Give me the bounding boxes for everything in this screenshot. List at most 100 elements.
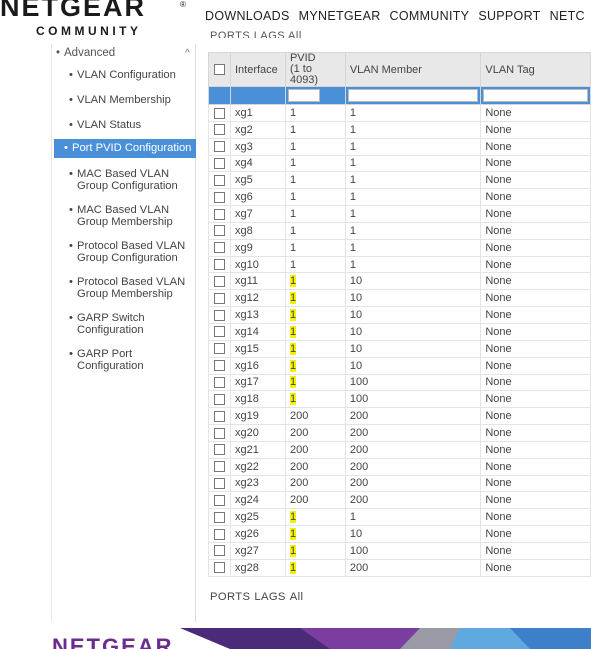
top-filter-links[interactable]: PORTS LAGS All	[210, 30, 302, 38]
select-all-checkbox[interactable]	[213, 64, 225, 76]
netgear-logo[interactable]: NETGEAR	[0, 0, 146, 23]
table-row[interactable]: xg15 1 10 None	[208, 339, 591, 358]
column-vlan-tag[interactable]: VLAN Tag	[480, 52, 591, 87]
table-row[interactable]: xg3 1 1 None	[208, 137, 591, 156]
row-checkbox[interactable]	[213, 511, 225, 523]
select-all-header[interactable]	[208, 52, 231, 87]
bullet-icon: •	[69, 204, 73, 216]
sidebar-item-port-pvid-configuration[interactable]: • Port PVID Configuration	[54, 139, 196, 158]
row-select-cell	[208, 373, 231, 392]
row-checkbox[interactable]	[213, 545, 225, 557]
table-row[interactable]: xg13 1 10 None	[208, 306, 591, 324]
row-checkbox[interactable]	[213, 326, 225, 338]
sidebar-item-vlan-configuration[interactable]: • VLAN Configuration	[55, 69, 196, 81]
row-checkbox[interactable]	[213, 107, 225, 119]
interface-cell: xg6	[229, 188, 286, 207]
row-checkbox[interactable]	[213, 191, 225, 203]
pvid-value: 200	[289, 477, 309, 490]
sidebar-item-mac-vlan-group-configuration[interactable]: • MAC Based VLAN Group Configuration	[55, 168, 196, 192]
vlan-tag-filter-input[interactable]	[483, 89, 588, 102]
sidebar-item-mac-vlan-group-membership[interactable]: • MAC Based VLAN Group Membership	[55, 204, 196, 228]
table-row[interactable]: xg18 1 100 None	[208, 390, 591, 409]
row-checkbox[interactable]	[213, 528, 225, 540]
pvid-cell: 200	[284, 407, 346, 426]
vlan-member-filter-input[interactable]	[347, 89, 479, 102]
chevron-up-icon[interactable]: ^	[185, 48, 190, 59]
sidebar-item-vlan-membership[interactable]: • VLAN Membership	[55, 94, 196, 106]
interface-cell: xg18	[229, 390, 286, 409]
column-interface[interactable]: Interface	[229, 52, 286, 87]
row-checkbox[interactable]	[213, 478, 225, 490]
row-checkbox[interactable]	[213, 141, 225, 153]
row-checkbox[interactable]	[213, 427, 225, 439]
row-checkbox[interactable]	[213, 259, 225, 271]
vlan-member-cell: 1	[344, 120, 482, 139]
row-checkbox[interactable]	[213, 225, 225, 237]
vlan-tag-cell: None	[480, 525, 591, 543]
row-checkbox[interactable]	[213, 292, 225, 304]
table-row[interactable]: xg16 1 10 None	[208, 356, 591, 375]
table-row[interactable]: xg1 1 1 None	[208, 104, 591, 122]
table-row[interactable]: xg23 200 200 None	[208, 474, 591, 493]
nav-downloads[interactable]: DOWNLOADS	[205, 9, 290, 23]
row-checkbox[interactable]	[213, 275, 225, 287]
table-row[interactable]: xg28 1 200 None	[208, 558, 591, 577]
row-checkbox[interactable]	[213, 343, 225, 355]
sidebar-item-protocol-vlan-group-configuration[interactable]: • Protocol Based VLAN Group Configuration	[55, 240, 196, 264]
row-checkbox[interactable]	[213, 377, 225, 389]
nav-netgear[interactable]: NETC	[550, 9, 585, 23]
sidebar-item-protocol-vlan-group-membership[interactable]: • Protocol Based VLAN Group Membership	[55, 276, 196, 300]
nav-support[interactable]: SUPPORT	[478, 9, 540, 23]
table-row[interactable]: xg24 200 200 None	[208, 491, 591, 510]
sidebar-item-label: VLAN Status	[77, 119, 142, 131]
row-checkbox[interactable]	[213, 309, 225, 321]
table-row[interactable]: xg9 1 1 None	[208, 238, 591, 257]
nav-mynetgear[interactable]: MYNETGEAR	[299, 9, 381, 23]
row-checkbox[interactable]	[213, 461, 225, 473]
link-all[interactable]: All	[290, 591, 304, 603]
pvid-filter-input[interactable]	[287, 89, 320, 102]
row-checkbox[interactable]	[213, 393, 225, 405]
pvid-cell: 1	[284, 508, 346, 527]
sidebar-section-advanced[interactable]: • Advanced	[56, 47, 115, 59]
row-checkbox[interactable]	[213, 444, 225, 456]
row-checkbox[interactable]	[213, 242, 225, 254]
row-checkbox[interactable]	[213, 494, 225, 506]
table-row[interactable]: xg12 1 10 None	[208, 289, 591, 308]
pvid-cell: 1	[284, 306, 346, 324]
table-row[interactable]: xg27 1 100 None	[208, 541, 591, 560]
row-checkbox[interactable]	[213, 208, 225, 220]
row-checkbox[interactable]	[213, 158, 225, 170]
nav-community[interactable]: COMMUNITY	[390, 9, 470, 23]
row-checkbox[interactable]	[213, 360, 225, 372]
row-checkbox[interactable]	[213, 174, 225, 186]
sidebar-item-garp-port-configuration[interactable]: • GARP Port Configuration	[55, 348, 196, 372]
table-row[interactable]: xg22 200 200 None	[208, 457, 591, 476]
row-checkbox[interactable]	[213, 562, 225, 574]
table-row[interactable]: xg4 1 1 None	[208, 154, 591, 173]
row-checkbox[interactable]	[213, 124, 225, 136]
table-row[interactable]: xg8 1 1 None	[208, 221, 591, 240]
table-row[interactable]: xg10 1 1 None	[208, 255, 591, 274]
link-ports[interactable]: PORTS	[210, 591, 250, 603]
table-row[interactable]: xg6 1 1 None	[208, 188, 591, 207]
table-row[interactable]: xg17 1 100 None	[208, 373, 591, 392]
table-row[interactable]: xg20 200 200 None	[208, 424, 591, 442]
column-vlan-member[interactable]: VLAN Member	[344, 52, 482, 87]
table-row[interactable]: xg5 1 1 None	[208, 171, 591, 190]
sidebar-item-vlan-status[interactable]: • VLAN Status	[55, 119, 196, 131]
table-row[interactable]: xg19 200 200 None	[208, 407, 591, 426]
pvid-value: 1	[289, 207, 297, 220]
link-lags[interactable]: LAGS	[254, 591, 285, 603]
table-row[interactable]: xg21 200 200 None	[208, 440, 591, 459]
row-checkbox[interactable]	[213, 410, 225, 422]
column-pvid[interactable]: PVID (1 to 4093)	[284, 52, 346, 87]
table-row[interactable]: xg2 1 1 None	[208, 120, 591, 139]
table-row[interactable]: xg7 1 1 None	[208, 205, 591, 223]
table-row[interactable]: xg26 1 10 None	[208, 525, 591, 543]
table-row[interactable]: xg11 1 10 None	[208, 272, 591, 291]
sidebar-item-garp-switch-configuration[interactable]: • GARP Switch Configuration	[55, 312, 196, 336]
table-row[interactable]: xg25 1 1 None	[208, 508, 591, 527]
filter-cell-pvid	[284, 86, 346, 105]
table-row[interactable]: xg14 1 10 None	[208, 322, 591, 341]
